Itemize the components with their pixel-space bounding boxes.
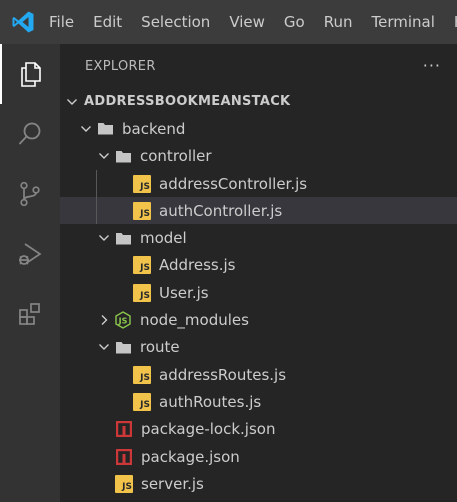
tree-file-addressroutes-js[interactable]: JS addressRoutes.js [60, 361, 457, 388]
menu-item-selection[interactable]: Selection [131, 0, 219, 44]
indent-guide [96, 169, 97, 225]
tree-item-label: package.json [141, 447, 240, 466]
vscode-logo-icon [12, 11, 34, 33]
extensions-icon[interactable] [0, 284, 60, 344]
tree-file-addresscontroller-js[interactable]: JS addressController.js [60, 170, 457, 197]
tree-file-package-json[interactable]: package.json [60, 443, 457, 470]
tree-file-authcontroller-js[interactable]: JS authController.js [60, 197, 457, 225]
js-file-icon-wrap: JS [133, 392, 151, 411]
chevron-down-icon [96, 339, 112, 355]
menu-item-run[interactable]: Run [314, 0, 362, 44]
folder-icon [114, 147, 132, 165]
tree-file-authroutes-js[interactable]: JS authRoutes.js [60, 388, 457, 415]
workspace-root-label: ADDRESSBOOKMEANSTACK [84, 94, 291, 110]
more-actions-button[interactable]: ··· [423, 58, 441, 74]
tree-folder-backend[interactable]: backend [60, 115, 457, 142]
workspace-root[interactable]: ADDRESSBOOKMEANSTACK [60, 88, 457, 115]
tree-item-label: addressRoutes.js [159, 365, 287, 384]
explorer-title: EXPLORER [85, 58, 156, 74]
tree-item-label: addressController.js [159, 174, 308, 193]
chevron-down-icon [96, 148, 112, 164]
run-debug-icon[interactable] [0, 224, 60, 284]
tree-file-user-js[interactable]: JS User.js [60, 279, 457, 306]
tree-item-label: User.js [159, 283, 209, 302]
menu-item-edit[interactable]: Edit [83, 0, 131, 44]
menu-item-file[interactable]: File [39, 0, 83, 44]
tree-file-package-lock-json[interactable]: package-lock.json [60, 416, 457, 443]
title-bar: FileEditSelectionViewGoRunTerminalH [0, 0, 457, 44]
js-file-icon: JS [133, 365, 151, 384]
tree-item-label: controller [140, 147, 212, 166]
svg-text:JS: JS [118, 317, 128, 326]
menu-item-terminal[interactable]: Terminal [362, 0, 444, 44]
npm-icon [115, 420, 133, 438]
folder-icon [114, 229, 132, 247]
explorer-icon[interactable] [0, 44, 60, 104]
folder-icon [96, 120, 114, 138]
menu-item-h[interactable]: H [444, 0, 457, 44]
js-file-icon: JS [133, 392, 151, 411]
explorer-sidebar: EXPLORER ··· ADDRESSBOOKMEANSTACK backen… [60, 44, 457, 502]
search-icon[interactable] [0, 104, 60, 164]
file-tree: ADDRESSBOOKMEANSTACK backend controller JS… [60, 88, 457, 497]
source-control-icon[interactable] [0, 164, 60, 224]
menu-item-view[interactable]: View [219, 0, 274, 44]
tree-item-label: authController.js [159, 201, 283, 220]
tree-folder-route[interactable]: route [60, 334, 457, 361]
tree-item-label: authRoutes.js [159, 392, 262, 411]
tree-file-server-js[interactable]: JS server.js [60, 470, 457, 497]
chevron-down-icon [78, 121, 94, 137]
tree-item-label: backend [122, 119, 186, 138]
tree-item-label: model [140, 229, 187, 248]
js-file-icon-wrap: JS [115, 474, 133, 493]
tree-item-label: server.js [141, 474, 204, 493]
tree-item-label: Address.js [159, 256, 236, 275]
chevron-right-icon [96, 312, 112, 328]
folder-icon [114, 338, 132, 356]
js-file-icon: JS [115, 474, 133, 493]
tree-item-label: node_modules [140, 311, 249, 330]
tree-item-label: package-lock.json [141, 420, 276, 439]
js-file-icon: JS [133, 283, 151, 302]
js-file-icon-wrap: JS [133, 365, 151, 384]
tree-folder-node-modules[interactable]: JS node_modules [60, 306, 457, 333]
chevron-down-icon [96, 230, 112, 246]
tree-folder-controller[interactable]: controller [60, 143, 457, 170]
js-file-icon: JS [133, 174, 151, 193]
tree-item-label: route [140, 338, 180, 357]
tree-folder-model[interactable]: model [60, 224, 457, 251]
explorer-header: EXPLORER ··· [60, 44, 457, 88]
js-file-icon-wrap: JS [133, 256, 151, 275]
menu-bar: FileEditSelectionViewGoRunTerminalH [39, 0, 457, 44]
menu-item-go[interactable]: Go [274, 0, 314, 44]
js-file-icon: JS [133, 201, 151, 220]
nodejs-icon: JS [114, 311, 132, 329]
npm-icon [115, 448, 133, 466]
chevron-down-icon [64, 94, 80, 110]
js-file-icon: JS [133, 256, 151, 275]
js-file-icon-wrap: JS [133, 201, 151, 220]
js-file-icon-wrap: JS [133, 283, 151, 302]
tree-file-address-js[interactable]: JS Address.js [60, 252, 457, 279]
js-file-icon-wrap: JS [133, 174, 151, 193]
activity-bar [0, 44, 60, 502]
